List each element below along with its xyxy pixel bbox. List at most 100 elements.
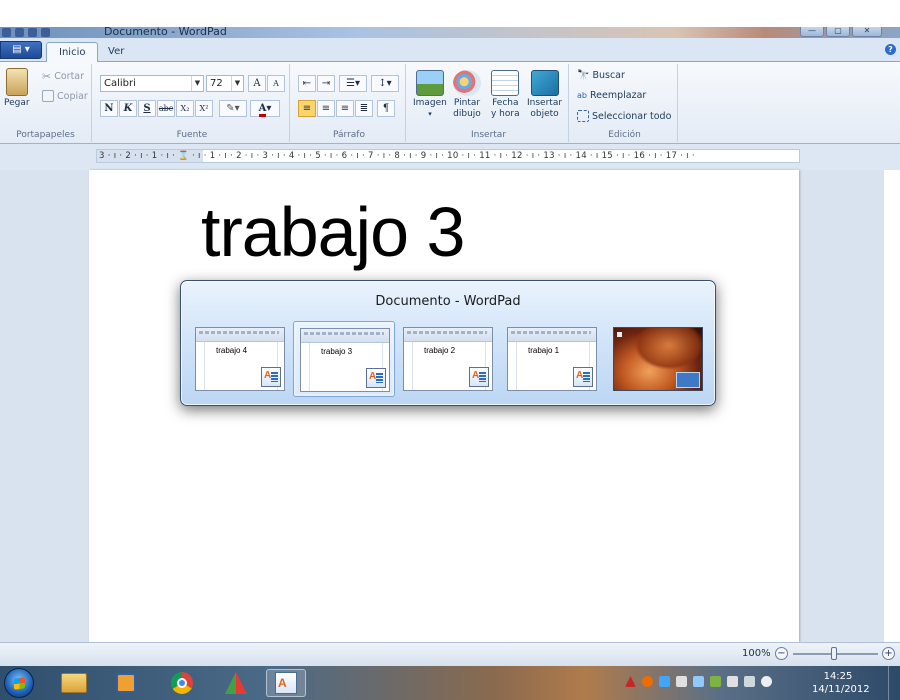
switcher-thumbnail-selected[interactable]: trabajo 3 xyxy=(293,321,395,397)
title-bar: Documento - WordPad — ▢ ✕ xyxy=(0,27,900,38)
align-center-button[interactable]: ≡ xyxy=(317,100,335,117)
superscript-button[interactable]: X² xyxy=(195,100,213,117)
copy-button[interactable]: Copiar xyxy=(42,90,88,102)
increase-indent-button[interactable]: ⇥ xyxy=(317,75,335,92)
save-icon[interactable] xyxy=(15,28,24,37)
document-text[interactable]: trabajo 3 xyxy=(201,192,465,272)
font-size-select[interactable]: 72 ▼ xyxy=(206,75,244,92)
volume-icon[interactable] xyxy=(761,676,772,687)
window-switcher: Documento - WordPad trabajo 4 trabajo 3 … xyxy=(180,280,716,406)
network-share-icon[interactable] xyxy=(659,676,670,687)
system-tray xyxy=(625,676,772,687)
find-label: Buscar xyxy=(592,70,625,81)
select-all-button[interactable]: Seleccionar todo xyxy=(577,110,671,122)
image-label: Imagen xyxy=(413,98,447,108)
antivirus-icon[interactable] xyxy=(642,676,653,687)
line-spacing-button[interactable]: ↕▾ xyxy=(371,75,399,92)
grow-font-button[interactable]: A xyxy=(248,75,266,92)
justify-button[interactable]: ≣ xyxy=(355,100,373,117)
insert-image-button[interactable]: Imagen ▾ xyxy=(413,70,447,120)
thumbnail-text: trabajo 2 xyxy=(424,346,456,355)
bluetooth-icon[interactable] xyxy=(693,676,704,687)
taskbar-chrome[interactable] xyxy=(162,669,202,697)
indent-icon: ⇥ xyxy=(321,78,331,89)
decrease-indent-button[interactable]: ⇤ xyxy=(298,75,316,92)
date-time-button[interactable]: Fecha y hora xyxy=(491,70,520,120)
picture-icon xyxy=(415,70,444,96)
paragraph-button[interactable]: ¶ xyxy=(377,100,395,117)
thumbnail-text: trabajo 3 xyxy=(321,347,353,356)
insert-object-button[interactable]: Insertar objeto xyxy=(527,70,562,120)
paint-label-1: Pintar xyxy=(453,98,481,108)
align-center-icon: ≡ xyxy=(321,103,331,114)
help-icon[interactable]: ? xyxy=(885,44,896,55)
chevron-down-icon: ▾ xyxy=(428,110,432,118)
taskbar-explorer[interactable] xyxy=(54,669,94,697)
start-button[interactable] xyxy=(4,668,34,698)
underline-button[interactable]: S xyxy=(138,100,156,117)
subscript-button[interactable]: X₂ xyxy=(176,100,194,117)
tab-inicio[interactable]: Inicio xyxy=(46,42,99,63)
chevron-down-icon: ▼ xyxy=(231,76,243,91)
align-left-button[interactable]: ≡ xyxy=(298,100,316,117)
zoom-out-button[interactable]: − xyxy=(775,647,788,660)
application-menu-button[interactable]: ▤ ▾ xyxy=(0,41,42,59)
status-bar: 100% − + xyxy=(0,642,900,666)
minimize-button[interactable]: — xyxy=(800,27,824,37)
shrink-font-button[interactable]: A xyxy=(267,75,285,92)
cut-button[interactable]: ✂ Cortar xyxy=(42,70,84,83)
paragraph-icon: ¶ xyxy=(382,103,390,114)
replace-button[interactable]: ab Reemplazar xyxy=(577,90,646,101)
bold-button[interactable]: N xyxy=(100,100,118,117)
update-icon[interactable] xyxy=(710,676,721,687)
group-portapapeles: Pegar ✂ Cortar Copiar Portapapeles xyxy=(0,64,92,142)
subscript-label: X₂ xyxy=(180,104,190,113)
system-clock[interactable]: 14:25 14/11/2012 xyxy=(812,670,870,696)
strikethrough-button[interactable]: abc xyxy=(157,100,175,117)
device-icon[interactable] xyxy=(727,676,738,687)
group-label-insertar: Insertar xyxy=(470,130,507,140)
highlight-color-button[interactable]: ✎▾ xyxy=(219,100,247,117)
outdent-icon: ⇤ xyxy=(302,78,312,89)
object-label-1: Insertar xyxy=(527,98,563,108)
document-page[interactable]: trabajo 3 xyxy=(89,170,799,642)
switcher-thumbnail[interactable]: trabajo 1 xyxy=(501,321,603,397)
palette-icon xyxy=(453,70,481,96)
replace-icon: ab xyxy=(577,91,587,100)
wordpad-icon xyxy=(366,368,386,388)
scissors-icon: ✂ xyxy=(42,70,52,83)
wordpad-app-icon xyxy=(2,28,11,37)
switcher-desktop-thumbnail[interactable] xyxy=(607,321,709,397)
copy-icon xyxy=(42,90,54,102)
ruler[interactable]: 3 · ı · 2 · ı · 1 · ı · ⌛ · ı · 1 · ı · … xyxy=(96,149,800,163)
switcher-thumbnail[interactable]: trabajo 4 xyxy=(189,321,291,397)
font-color-button[interactable]: A▾ xyxy=(250,100,280,117)
paste-button[interactable]: Pegar xyxy=(4,68,30,109)
show-desktop-button[interactable] xyxy=(888,666,900,700)
close-button[interactable]: ✕ xyxy=(852,27,882,37)
switcher-thumbnail[interactable]: trabajo 2 xyxy=(397,321,499,397)
maximize-button[interactable]: ▢ xyxy=(826,27,850,37)
flag-icon[interactable] xyxy=(676,676,687,687)
align-right-button[interactable]: ≡ xyxy=(336,100,354,117)
redo-icon[interactable] xyxy=(41,28,50,37)
strike-label: abc xyxy=(158,104,174,113)
wordpad-icon xyxy=(469,367,489,387)
font-family-value: Calibri xyxy=(104,78,136,89)
zoom-slider-thumb[interactable] xyxy=(831,647,837,660)
adobe-icon[interactable] xyxy=(625,676,636,687)
network-icon[interactable] xyxy=(744,676,755,687)
taskbar-app[interactable] xyxy=(216,669,256,697)
find-button[interactable]: 🔭 Buscar xyxy=(577,70,625,81)
font-family-select[interactable]: Calibri ▼ xyxy=(100,75,204,92)
taskbar-wordpad[interactable]: A xyxy=(266,669,306,697)
wordpad-icon xyxy=(261,367,281,387)
zoom-in-button[interactable]: + xyxy=(882,647,895,660)
undo-icon[interactable] xyxy=(28,28,37,37)
paint-drawing-button[interactable]: Pintar dibujo xyxy=(453,70,481,120)
taskbar-media-player[interactable] xyxy=(106,669,146,697)
align-left-icon: ≡ xyxy=(302,103,312,114)
italic-button[interactable]: K xyxy=(119,100,137,117)
bullets-button[interactable]: ☰▾ xyxy=(339,75,367,92)
tab-ver[interactable]: Ver xyxy=(96,42,136,63)
